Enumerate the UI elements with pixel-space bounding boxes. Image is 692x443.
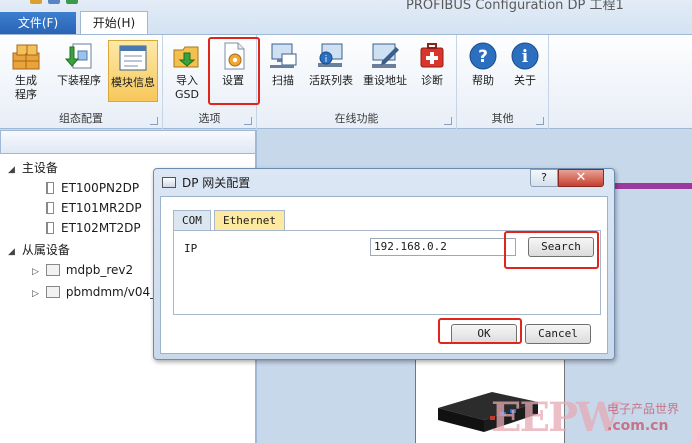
open-icon[interactable]: [48, 0, 60, 4]
active-list-icon: i: [316, 41, 346, 71]
group-launcher-icon[interactable]: [444, 117, 452, 125]
svg-text:i: i: [522, 47, 529, 67]
watermark-domain: .com.cn: [607, 418, 669, 434]
tree-panel-header: [0, 130, 256, 154]
close-icon[interactable]: ✕: [558, 169, 604, 187]
slave-device-icon: [45, 286, 60, 298]
module-info-label: 模块信息: [111, 76, 155, 89]
device-file-icon: [46, 222, 54, 234]
download-program-icon: [64, 41, 94, 71]
undo-icon[interactable]: [66, 0, 78, 4]
diagnose-icon: [417, 41, 447, 71]
group-launcher-icon[interactable]: [536, 117, 544, 125]
import-gsd-label: 导入 GSD: [175, 74, 199, 101]
module-info-button[interactable]: 模块信息: [108, 40, 158, 102]
diagnose-label: 诊断: [421, 74, 443, 87]
expand-icon[interactable]: ▷: [32, 262, 42, 282]
tab-com[interactable]: COM: [173, 210, 211, 230]
collapse-icon[interactable]: ◢: [8, 242, 18, 262]
slave-device-icon: [45, 264, 60, 276]
help-icon[interactable]: ?: [530, 169, 558, 187]
download-program-button[interactable]: 下装程序: [52, 39, 106, 88]
about-icon: i: [510, 41, 540, 71]
svg-text:i: i: [325, 55, 328, 65]
tree-node-master[interactable]: ◢ 主设备: [8, 158, 58, 178]
window-title: PROFIBUS Configuration DP 工程1: [406, 0, 624, 13]
watermark-cn: 电子产品世界: [607, 402, 680, 416]
watermark-logo: EEPW: [491, 394, 621, 441]
help-label: 帮助: [472, 74, 494, 87]
device-file-icon: [46, 182, 54, 194]
diagnose-button[interactable]: 诊断: [415, 39, 449, 88]
module-info-icon: [118, 43, 148, 73]
ribbon-empty-area: [549, 35, 692, 129]
reset-address-button[interactable]: 重设地址: [359, 39, 411, 88]
tree-item[interactable]: ▷ mdpb_rev2: [32, 260, 133, 280]
group-launcher-icon[interactable]: [150, 117, 158, 125]
import-gsd-icon: [172, 41, 202, 71]
watermark: EEPW 电子产品世界 .com.cn: [491, 394, 691, 442]
tree-node-slave[interactable]: ◢ 从属设备: [8, 240, 70, 260]
dialog-body: COM Ethernet IP 192.168.0.2 Search OK Ca…: [160, 196, 608, 354]
search-highlight-box: [504, 231, 599, 269]
quick-access-toolbar: [30, 0, 78, 4]
download-program-label: 下装程序: [57, 74, 101, 87]
settings-highlight-box: [208, 37, 260, 105]
group-configuration: 生成 程序 下装程序 模块信息 组态配置: [0, 35, 163, 129]
dialog-window-icon: [162, 177, 176, 188]
expand-icon[interactable]: ▷: [32, 284, 42, 304]
import-gsd-button[interactable]: 导入 GSD: [169, 39, 205, 102]
tree-item[interactable]: ET102MT2DP: [46, 218, 141, 238]
scan-label: 扫描: [272, 74, 294, 87]
collapse-icon[interactable]: ◢: [8, 160, 18, 180]
group-online: 扫描 i 活跃列表 重设地址 诊断 在线功能: [257, 35, 457, 129]
group-other-label: 其他: [491, 112, 514, 125]
tree-node-slave-label: 从属设备: [21, 243, 70, 257]
reset-address-label: 重设地址: [363, 74, 407, 87]
group-launcher-icon[interactable]: [244, 117, 252, 125]
scan-button[interactable]: 扫描: [263, 39, 303, 88]
save-icon[interactable]: [30, 0, 42, 4]
svg-text:?: ?: [478, 47, 488, 67]
active-list-label: 活跃列表: [309, 74, 353, 87]
generate-program-label: 生成 程序: [15, 74, 37, 101]
active-list-button[interactable]: i 活跃列表: [307, 39, 355, 88]
tree-item[interactable]: ET100PN2DP: [46, 178, 139, 198]
help-button[interactable]: ? 帮助: [467, 39, 499, 88]
cancel-button[interactable]: Cancel: [525, 324, 591, 344]
device-file-icon: [46, 202, 54, 214]
tree-node-master-label: 主设备: [21, 161, 58, 175]
tree-item[interactable]: ▷ pbmdmm/v04_: [32, 282, 156, 302]
group-configuration-label: 组态配置: [59, 112, 103, 125]
ribbon: 生成 程序 下装程序 模块信息 组态配置 导入 GSD 设置 选项 扫描 i 活…: [0, 34, 692, 129]
title-bar: PROFIBUS Configuration DP 工程1 文件(F) 开始(H…: [0, 0, 692, 35]
help-icon: ?: [468, 41, 498, 71]
ip-address-input[interactable]: 192.168.0.2: [370, 238, 516, 256]
ok-highlight-box: [438, 318, 522, 344]
scan-icon: [268, 41, 298, 71]
reset-address-icon: [370, 41, 400, 71]
tab-ethernet[interactable]: Ethernet: [214, 210, 285, 230]
about-button[interactable]: i 关于: [509, 39, 541, 88]
tab-home[interactable]: 开始(H): [80, 11, 148, 35]
group-online-label: 在线功能: [334, 112, 379, 125]
generate-program-button[interactable]: 生成 程序: [6, 39, 46, 102]
about-label: 关于: [514, 74, 536, 87]
tab-file[interactable]: 文件(F): [0, 12, 76, 34]
group-options-label: 选项: [198, 112, 221, 125]
group-other: ? 帮助 i 关于 其他: [457, 35, 549, 129]
ip-label: IP: [184, 242, 198, 255]
dialog-title: DP 网关配置: [182, 176, 251, 190]
generate-program-icon: [11, 41, 41, 71]
tree-item[interactable]: ET101MR2DP: [46, 198, 142, 218]
